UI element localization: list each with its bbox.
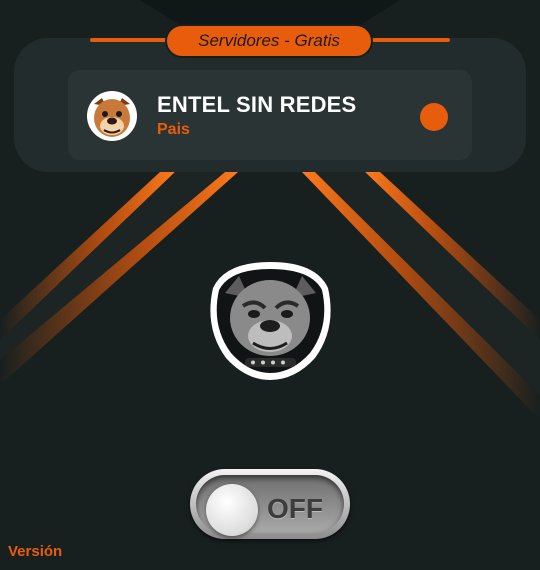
bulldog-logo-icon [210,262,331,380]
toggle-knob [206,484,258,536]
toggle-track: OFF [196,475,344,536]
toggle-state-label: OFF [267,493,323,524]
servers-header[interactable]: Servidores - Gratis [165,24,373,58]
server-status-indicator [420,103,448,131]
server-name: ENTEL SIN REDES [157,92,357,117]
header-divider-right [370,38,450,42]
server-selector[interactable]: ENTEL SIN REDES Pais [68,70,472,160]
connect-toggle[interactable]: OFF [190,469,350,539]
header-divider-left [90,38,172,42]
server-country: Pais [157,121,190,138]
version-label: Versión [8,543,63,560]
bulldog-icon [87,91,137,141]
